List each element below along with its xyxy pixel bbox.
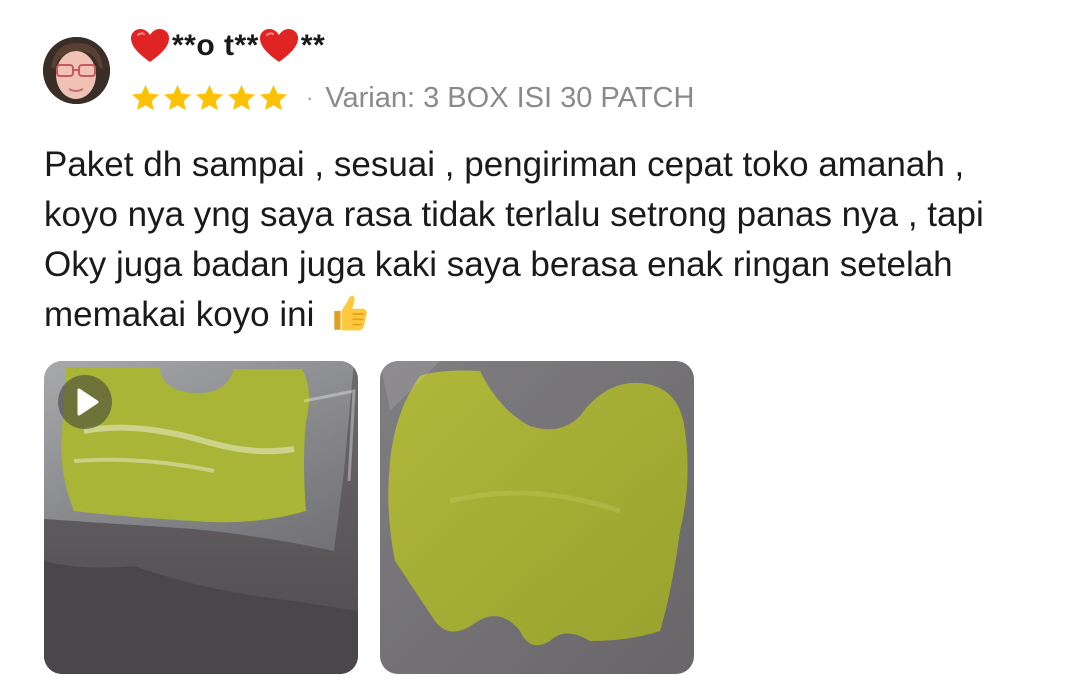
avatar-photo [43,37,110,104]
play-button[interactable] [58,375,112,429]
username[interactable]: **o t** ** [130,26,325,66]
photo-frame [380,361,694,674]
heart-icon [259,28,299,64]
username-text: **o t** [172,29,259,62]
heart-icon [130,28,170,64]
review-card: **o t** ** · Varian: 3 BOX ISI 30 PATCH … [0,0,1080,700]
avatar[interactable] [43,37,110,104]
variant-label: Varian: 3 BOX ISI 30 PATCH [325,81,695,114]
separator-dot: · [306,85,314,110]
review-photo-thumbnail[interactable] [380,361,694,674]
star-icon [130,83,161,114]
thumbs-up-emoji [328,292,370,334]
star-icon [258,83,289,114]
star-icon [226,83,257,114]
review-video-thumbnail[interactable] [44,361,358,674]
review-text: Paket dh sampai , sesuai , pengiriman ce… [44,140,1044,340]
play-icon [77,388,99,416]
star-icon [162,83,193,114]
rating-row: · Varian: 3 BOX ISI 30 PATCH [130,78,694,118]
review-text-content: Paket dh sampai , sesuai , pengiriman ce… [44,145,984,334]
username-suffix: ** [300,29,326,62]
star-icon [194,83,225,114]
